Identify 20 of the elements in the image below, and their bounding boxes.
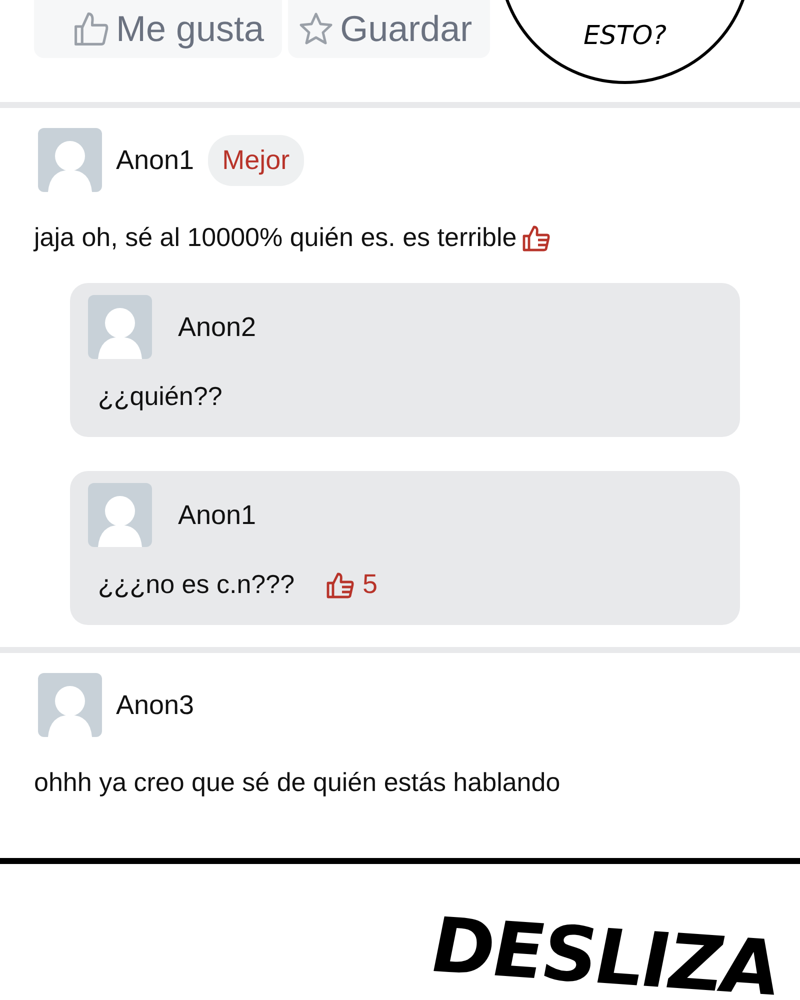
avatar-icon bbox=[38, 673, 102, 737]
comment-text: ohhh ya creo que sé de quién estás hablando bbox=[34, 767, 560, 798]
avatar-icon bbox=[88, 295, 152, 359]
save-button[interactable]: Guardar bbox=[288, 0, 490, 58]
star-icon bbox=[298, 11, 334, 47]
caption-text: DESLIZA bbox=[432, 900, 778, 1000]
author-name: Anon1 bbox=[178, 500, 256, 530]
like-count: 5 bbox=[362, 569, 378, 600]
author-name: Anon2 bbox=[178, 312, 256, 342]
avatar-icon bbox=[38, 128, 102, 192]
comment-text: jaja oh, sé al 10000% quién es. es terrible bbox=[34, 222, 517, 253]
reply-text: ¿¿quién?? bbox=[98, 381, 222, 412]
like-button[interactable]: Me gusta bbox=[34, 0, 282, 58]
reply-text: ¿¿¿no es c.n??? bbox=[98, 569, 295, 600]
author-name: Anon1 bbox=[116, 144, 194, 176]
best-badge: Mejor bbox=[208, 134, 304, 186]
thumbs-up-icon bbox=[72, 10, 110, 48]
author-name: Anon3 bbox=[116, 690, 194, 720]
speech-text: ESTO? bbox=[583, 21, 667, 51]
avatar-icon bbox=[88, 483, 152, 547]
